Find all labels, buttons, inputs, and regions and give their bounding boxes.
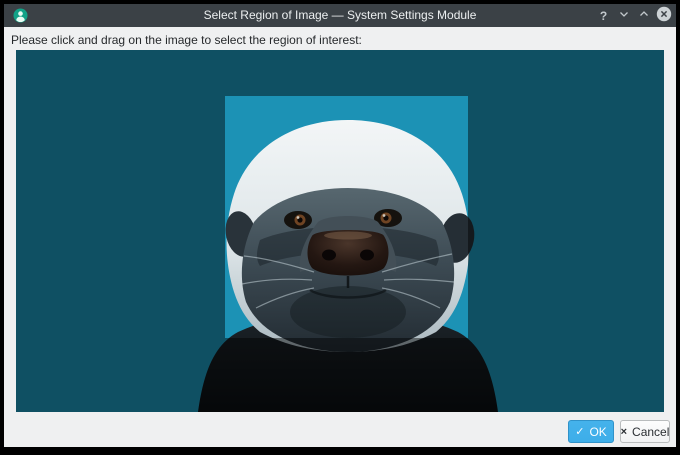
- help-button[interactable]: ?: [595, 7, 612, 24]
- ok-button[interactable]: ✓ OK: [568, 420, 614, 443]
- badger-image: [16, 50, 664, 412]
- chevron-down-icon: [618, 8, 630, 23]
- maximize-button[interactable]: [635, 7, 652, 24]
- dialog-window: Select Region of Image — System Settings…: [4, 4, 676, 447]
- window-title: Select Region of Image — System Settings…: [4, 4, 676, 27]
- cancel-button[interactable]: × Cancel: [620, 420, 670, 443]
- image-selection-area[interactable]: [16, 50, 664, 412]
- ok-label: OK: [589, 425, 606, 439]
- minimize-button[interactable]: [615, 7, 632, 24]
- check-icon: ✓: [575, 425, 584, 438]
- close-button[interactable]: [655, 7, 672, 24]
- close-icon: [656, 6, 672, 25]
- cancel-label: Cancel: [632, 425, 669, 439]
- instruction-label: Please click and drag on the image to se…: [11, 33, 362, 47]
- x-icon: ×: [621, 426, 627, 438]
- titlebar-buttons: ?: [595, 4, 672, 27]
- titlebar[interactable]: Select Region of Image — System Settings…: [4, 4, 676, 27]
- chevron-up-icon: [638, 8, 650, 23]
